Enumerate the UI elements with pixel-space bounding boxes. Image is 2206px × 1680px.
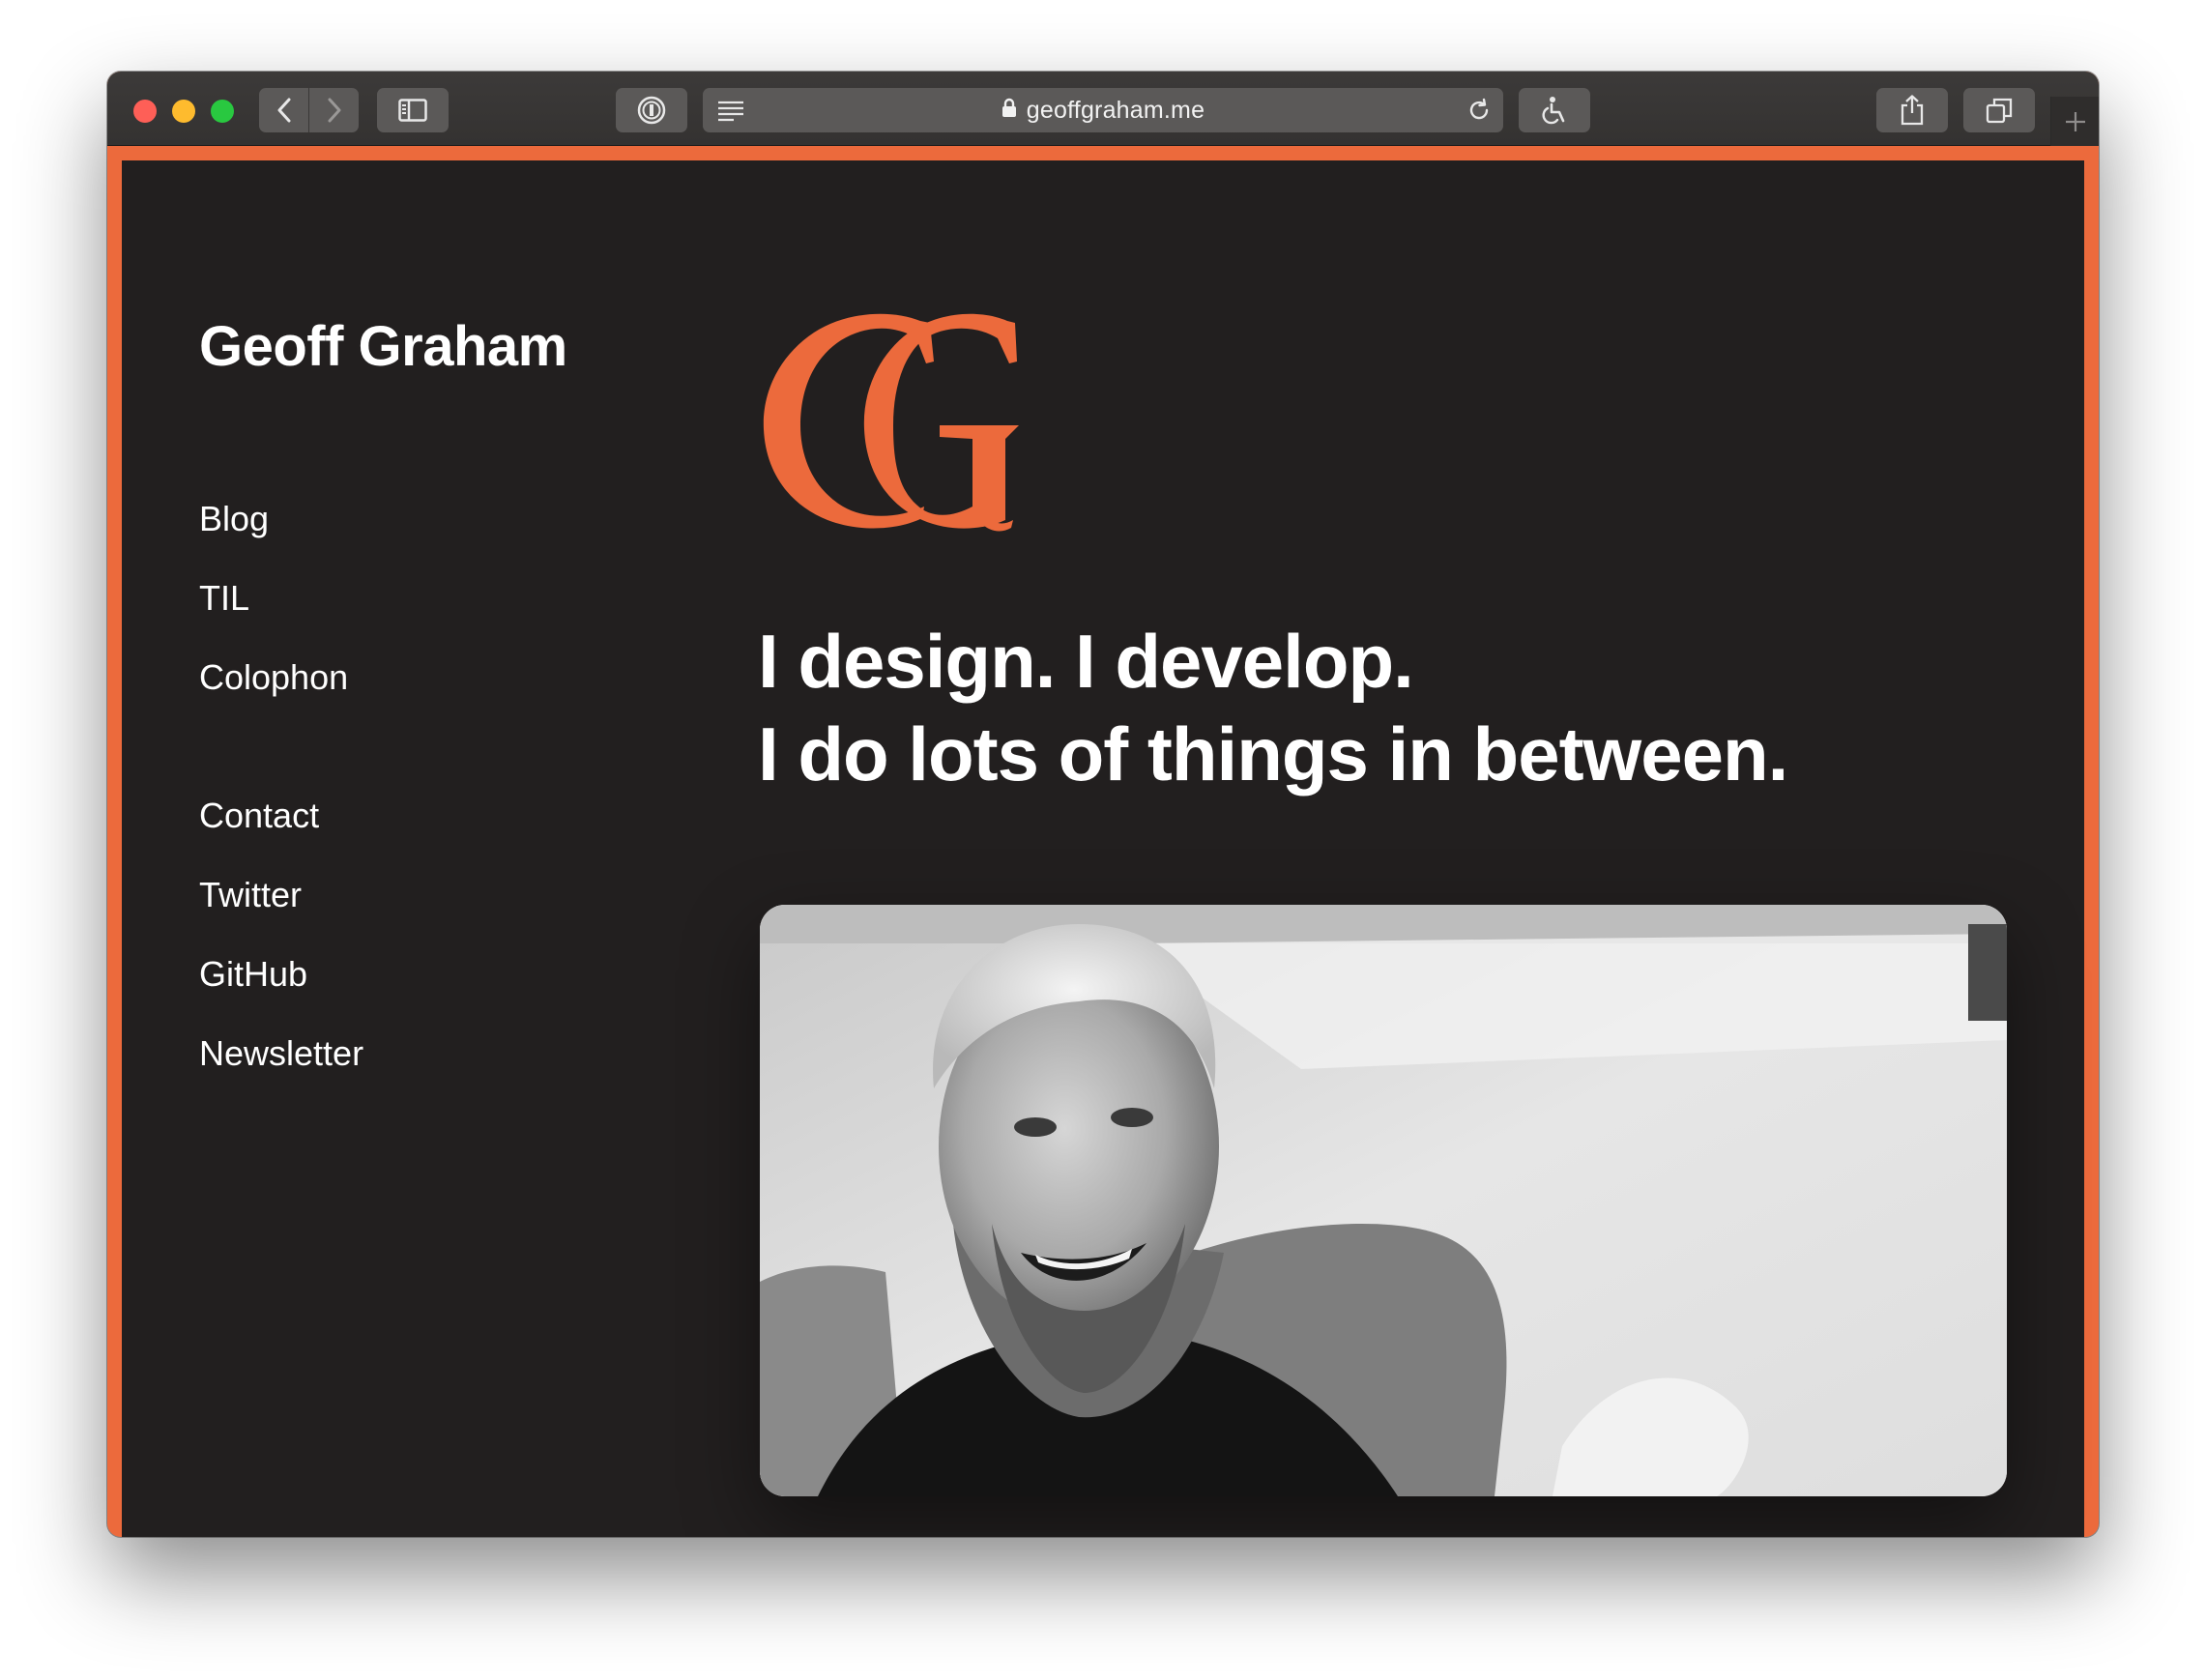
- accessibility-icon: [1542, 97, 1565, 125]
- minimize-window-button[interactable]: [172, 100, 195, 123]
- address-bar[interactable]: geoffgraham.me: [703, 88, 1503, 132]
- chevron-left-icon: [277, 98, 290, 123]
- lock-icon: [1001, 97, 1017, 125]
- nav-link-newsletter[interactable]: Newsletter: [199, 1014, 363, 1093]
- primary-nav: Blog TIL Colophon: [199, 479, 348, 717]
- site-title[interactable]: Geoff Graham: [199, 314, 567, 379]
- chevron-right-icon: [328, 98, 340, 123]
- nav-link-colophon[interactable]: Colophon: [199, 638, 348, 717]
- nav-link-contact[interactable]: Contact: [199, 776, 363, 855]
- share-icon: [1901, 95, 1924, 126]
- reload-icon: [1469, 98, 1489, 120]
- accessibility-button[interactable]: [1519, 88, 1590, 132]
- nav-link-twitter[interactable]: Twitter: [199, 855, 363, 935]
- nav-link-github[interactable]: GitHub: [199, 935, 363, 1014]
- password-manager-button[interactable]: [616, 88, 687, 132]
- url-display[interactable]: geoffgraham.me: [703, 88, 1503, 132]
- url-text: geoffgraham.me: [1026, 96, 1205, 124]
- web-page: Geoff Graham Blog TIL Colophon Contact T…: [122, 160, 2084, 1537]
- close-window-button[interactable]: [133, 100, 157, 123]
- headline-line-2: I do lots of things in between.: [758, 711, 1788, 797]
- nav-link-til[interactable]: TIL: [199, 559, 348, 638]
- sidebar-icon: [398, 99, 427, 122]
- secondary-nav: Contact Twitter GitHub Newsletter: [199, 776, 363, 1093]
- gg-monogram-logo: [763, 313, 1019, 532]
- portrait-photo: [760, 905, 2007, 1496]
- browser-window: geoffgraham.me Geoff Graham Blog TIL Col…: [107, 72, 2099, 1537]
- forward-button[interactable]: [309, 88, 359, 132]
- 1password-icon: [637, 96, 666, 125]
- sidebar-toggle-button[interactable]: [377, 88, 449, 132]
- headline-line-1: I design. I develop.: [758, 619, 1414, 704]
- portrait-image: [760, 905, 2007, 1496]
- back-button[interactable]: [259, 88, 308, 132]
- headline: I design. I develop. I do lots of things…: [758, 615, 1788, 800]
- history-nav-group: [259, 88, 359, 132]
- nav-link-blog[interactable]: Blog: [199, 479, 348, 559]
- browser-toolbar: geoffgraham.me: [107, 72, 2099, 146]
- reload-button[interactable]: [1466, 98, 1492, 128]
- new-tab-button[interactable]: [2050, 97, 2099, 146]
- share-button[interactable]: [1876, 88, 1948, 132]
- tabs-overview-icon: [1986, 98, 2013, 124]
- zoom-window-button[interactable]: [211, 100, 234, 123]
- plus-icon: [2065, 111, 2085, 131]
- show-tabs-button[interactable]: [1963, 88, 2035, 132]
